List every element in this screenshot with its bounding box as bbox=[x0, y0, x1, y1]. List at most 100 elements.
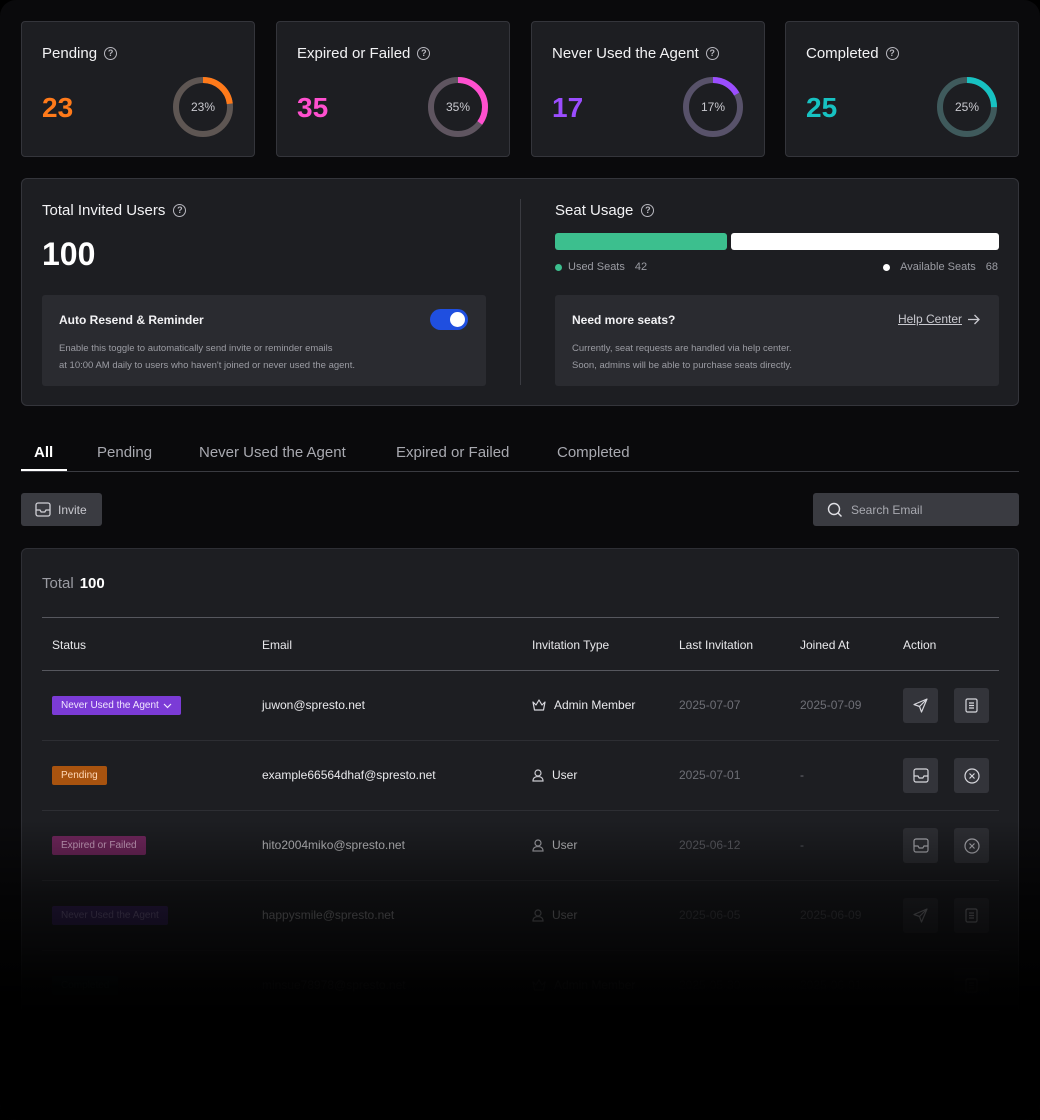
stat-card-never-used: Never Used the Agent? 17 17% bbox=[531, 21, 765, 157]
used-seats-label: Used Seats bbox=[568, 261, 625, 273]
joined-at-date: 2025-06-01 bbox=[800, 978, 862, 992]
mail-icon bbox=[912, 838, 929, 853]
cancel-invite-button[interactable] bbox=[954, 758, 989, 793]
stat-value: 25 bbox=[806, 92, 838, 123]
document-icon bbox=[965, 908, 978, 923]
details-button[interactable] bbox=[954, 968, 989, 1003]
auto-resend-box: Auto Resend & Reminder Enable this toggl… bbox=[42, 295, 486, 386]
search-placeholder: Search Email bbox=[851, 502, 923, 517]
resend-email-button[interactable] bbox=[903, 758, 938, 793]
help-icon[interactable]: ? bbox=[885, 47, 899, 60]
table-top-rule bbox=[42, 617, 999, 618]
table-total-value: 100 bbox=[79, 575, 105, 592]
tab-never-used[interactable]: Never Used the Agent bbox=[199, 444, 346, 461]
help-center-link[interactable]: Help Center bbox=[898, 312, 981, 326]
resend-email-button[interactable] bbox=[903, 828, 938, 863]
auto-resend-title: Auto Resend & Reminder bbox=[59, 313, 204, 327]
search-icon bbox=[827, 502, 842, 517]
resend-button[interactable] bbox=[903, 688, 938, 723]
help-icon[interactable]: ? bbox=[641, 204, 655, 217]
resend-button[interactable] bbox=[903, 898, 938, 933]
tab-expired-failed[interactable]: Expired or Failed bbox=[396, 444, 509, 461]
details-button[interactable] bbox=[954, 898, 989, 933]
available-seats-bar bbox=[731, 233, 999, 250]
mail-icon bbox=[35, 502, 51, 517]
document-icon bbox=[965, 698, 978, 713]
app-frame: Pending? 23 23% Expired or Failed? 35 35… bbox=[0, 0, 1040, 1120]
auto-resend-desc-line2: at 10:00 AM daily to users who haven't j… bbox=[59, 360, 355, 371]
used-seats-bar bbox=[555, 233, 727, 250]
last-invitation-date: 2025-07-01 bbox=[679, 768, 741, 782]
table-row: Completed minsue78978@spresto.net Admin … bbox=[42, 951, 999, 1021]
user-icon bbox=[532, 908, 544, 922]
email-cell: happysmile@spresto.net bbox=[262, 908, 395, 922]
help-icon[interactable]: ? bbox=[705, 47, 719, 60]
search-email-input[interactable]: Search Email bbox=[813, 493, 1019, 526]
header-action: Action bbox=[903, 638, 937, 652]
seat-usage-title: Seat Usage bbox=[555, 202, 634, 219]
stat-value: 17 bbox=[552, 92, 584, 123]
toggle-knob bbox=[450, 312, 465, 327]
total-invited-title: Total Invited Users bbox=[42, 202, 166, 219]
status-badge-dropdown[interactable]: Never Used the Agent bbox=[52, 696, 181, 715]
invitation-type: Admin Member bbox=[554, 978, 636, 992]
send-icon bbox=[913, 908, 928, 923]
summary-panel: Total Invited Users ? 100 Auto Resend & … bbox=[21, 178, 1019, 406]
invite-button[interactable]: Invite bbox=[21, 493, 102, 526]
stat-title: Expired or Failed bbox=[297, 45, 411, 62]
send-icon bbox=[913, 698, 928, 713]
details-button[interactable] bbox=[954, 688, 989, 723]
donut-percent-label: 25% bbox=[954, 100, 980, 114]
table-row: Pending example66564dhaf@spresto.net Use… bbox=[42, 741, 999, 811]
stat-card-pending: Pending? 23 23% bbox=[21, 21, 255, 157]
status-badge: Never Used the Agent bbox=[52, 906, 168, 925]
active-tab-indicator bbox=[21, 469, 67, 471]
invitation-type: User bbox=[552, 838, 578, 852]
last-invitation-date: 2025-07-07 bbox=[679, 698, 741, 712]
help-icon[interactable]: ? bbox=[417, 47, 431, 60]
user-icon bbox=[532, 838, 544, 852]
available-seats-label: Available Seats bbox=[900, 261, 976, 273]
invitation-type: User bbox=[552, 908, 578, 922]
last-invitation-date: 2025-06-12 bbox=[679, 838, 741, 852]
table-row: Expired or Failed hito2004miko@spresto.n… bbox=[42, 811, 999, 881]
status-tabs: All Pending Never Used the Agent Expired… bbox=[21, 440, 1019, 472]
table-total-label: Total bbox=[42, 575, 74, 592]
table-total: Total 100 bbox=[42, 575, 105, 592]
mail-icon bbox=[912, 768, 929, 783]
joined-at-date: - bbox=[800, 768, 804, 782]
email-cell: minsue78978@spresto.net bbox=[262, 978, 406, 992]
used-seats-value: 42 bbox=[634, 261, 648, 273]
need-seats-title: Need more seats? bbox=[572, 313, 676, 327]
email-cell: hito2004miko@spresto.net bbox=[262, 838, 405, 852]
user-icon bbox=[532, 768, 544, 782]
stat-card-expired-failed: Expired or Failed? 35 35% bbox=[276, 21, 510, 157]
crown-icon bbox=[532, 699, 546, 711]
help-icon[interactable]: ? bbox=[173, 204, 187, 217]
header-invitation-type: Invitation Type bbox=[532, 638, 610, 652]
cancel-invite-button[interactable] bbox=[954, 828, 989, 863]
header-email: Email bbox=[262, 638, 293, 652]
donut-percent-label: 17% bbox=[700, 100, 726, 114]
tab-completed[interactable]: Completed bbox=[557, 444, 630, 461]
tab-pending[interactable]: Pending bbox=[97, 444, 152, 461]
joined-at-date: 2025-06-09 bbox=[800, 908, 862, 922]
header-joined-at: Joined At bbox=[800, 638, 850, 652]
last-invitation-date: 2025-05-30 bbox=[679, 978, 741, 992]
table-row: Never Used the Agent juwon@spresto.net A… bbox=[42, 671, 999, 741]
users-table-panel: Total 100 Status Email Invitation Type La… bbox=[21, 548, 1019, 1108]
used-dot-icon bbox=[555, 263, 562, 271]
crown-icon bbox=[532, 979, 546, 991]
status-label: Never Used the Agent bbox=[61, 910, 159, 921]
available-seats-legend: Available Seats 68 bbox=[883, 261, 998, 273]
stat-title: Pending bbox=[42, 45, 98, 62]
help-icon[interactable]: ? bbox=[104, 47, 118, 60]
auto-resend-toggle[interactable] bbox=[430, 309, 468, 330]
stat-value: 23 bbox=[42, 92, 74, 123]
status-badge: Pending bbox=[52, 766, 107, 785]
invitation-type: Admin Member bbox=[554, 698, 636, 712]
available-dot-icon bbox=[883, 263, 891, 271]
need-seats-desc-line1: Currently, seat requests are handled via… bbox=[572, 343, 792, 354]
tab-all[interactable]: All bbox=[34, 444, 53, 461]
status-label: Never Used the Agent bbox=[61, 700, 159, 711]
